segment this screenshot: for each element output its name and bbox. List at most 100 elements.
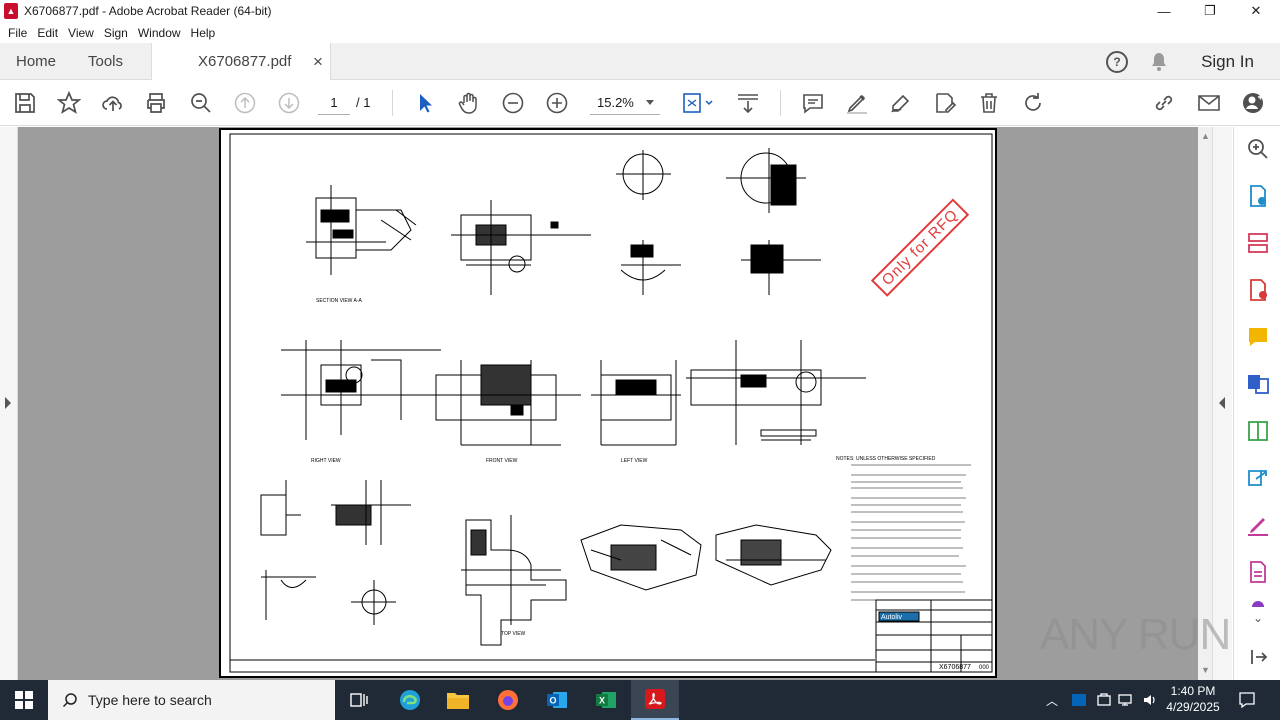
collapse-panel-icon[interactable] [1246,645,1270,669]
edit-pdf-tool-icon[interactable] [1246,560,1270,584]
title-block [875,599,993,673]
save-icon[interactable] [13,91,37,115]
notification-bell-icon[interactable] [1150,52,1168,75]
left-panel-toggle[interactable] [0,127,18,680]
rotate-icon[interactable] [1021,91,1045,115]
view-label-front: FRONT VIEW [486,458,518,464]
compress-pdf-icon[interactable] [1246,419,1270,443]
draw-freehand-icon[interactable] [889,91,913,115]
collapse-right-arrow-icon [1219,397,1225,409]
tab-tools[interactable]: Tools [88,43,123,80]
add-user-icon[interactable] [1241,91,1265,115]
help-icon[interactable]: ? [1106,51,1128,73]
highlight-pen-icon[interactable] [845,91,869,115]
firefox-icon[interactable] [484,680,532,720]
engineering-drawing: SECTION VIEW A-A RIGHT VIEW FRONT VIEW L… [229,133,993,673]
acrobat-app-icon: ▲ [4,3,18,19]
scroll-up-arrow-icon[interactable]: ▲ [1201,131,1210,141]
windows-start-button[interactable] [0,680,48,720]
security-tray-icon[interactable] [1096,680,1112,720]
comment-tool-icon[interactable] [1246,325,1270,349]
bookmark-star-icon[interactable] [56,90,82,115]
anyrun-watermark: ANY RUN [1040,610,1231,659]
menu-file[interactable]: File [8,26,27,40]
chevron-down-icon[interactable]: ⌄ [1246,611,1270,625]
toolbar: 1 / 1 15.2% [0,80,1280,126]
file-explorer-icon[interactable] [434,680,482,720]
delete-trash-icon[interactable] [977,91,1001,115]
svg-text:O: O [550,696,557,706]
hand-tool-icon[interactable] [457,91,481,115]
share-pdf-icon[interactable] [1246,466,1270,490]
excel-icon[interactable]: X [582,680,630,720]
scroll-down-arrow-icon[interactable]: ▼ [1201,665,1210,675]
minimize-button[interactable]: — [1141,0,1187,22]
taskbar-clock[interactable]: 1:40 PM 4/29/2025 [1158,683,1228,715]
close-window-button[interactable]: ✕ [1233,0,1279,22]
next-page-icon[interactable] [277,91,301,115]
view-label-section: SECTION VIEW A-A [316,298,363,304]
previous-page-icon[interactable] [233,91,257,115]
network-icon[interactable] [1118,680,1136,720]
outlook-icon[interactable]: O [533,680,581,720]
vertical-scrollbar[interactable]: ▲ ▼ [1198,127,1212,680]
menu-edit[interactable]: Edit [37,26,58,40]
outlook-tray-icon[interactable] [1071,680,1087,720]
comment-icon[interactable] [801,91,825,115]
left-view [591,360,681,446]
menu-sign[interactable]: Sign [104,26,128,40]
right-panel-toggle[interactable] [1212,127,1232,680]
show-hidden-icons[interactable]: ︿ [1046,680,1058,720]
windows-logo-icon [15,691,33,709]
page-number-input[interactable]: 1 [318,91,350,115]
zoom-in-icon[interactable] [545,91,569,115]
maximize-button[interactable]: ❐ [1187,0,1233,22]
combine-files-icon[interactable] [1246,372,1270,396]
more-tools-icon[interactable] [1246,595,1270,607]
fit-page-icon[interactable] [681,91,715,115]
fill-sign-icon[interactable] [1246,513,1270,537]
volume-icon[interactable] [1142,680,1158,720]
print-icon[interactable] [144,91,168,115]
toolbar-divider [392,90,393,116]
task-view-icon[interactable] [335,680,383,720]
menu-view[interactable]: View [68,26,94,40]
zoom-level-select[interactable]: 15.2% [590,91,660,115]
notification-center-icon[interactable] [1238,680,1256,720]
select-cursor-icon[interactable] [413,91,437,115]
notes-block [851,464,971,601]
organize-pages-icon[interactable] [1246,231,1270,255]
email-envelope-icon[interactable] [1197,91,1221,115]
export-pdf-icon[interactable] [1246,184,1270,208]
pdf-page: SECTION VIEW A-A RIGHT VIEW FRONT VIEW L… [219,128,997,678]
expand-left-arrow-icon [5,397,11,409]
create-pdf-icon[interactable] [1246,278,1270,302]
clock-time: 1:40 PM [1170,684,1216,698]
zoom-level-value: 15.2% [597,95,634,110]
menu-window[interactable]: Window [138,26,181,40]
search-icon [62,693,77,708]
edge-browser-icon[interactable] [386,680,434,720]
detail-view-1 [451,200,591,295]
edit-pdf-icon[interactable] [933,91,957,115]
tab-close-icon[interactable]: × [313,43,323,80]
menu-bar: File Edit View Sign Window Help [0,22,1280,43]
tab-home[interactable]: Home [16,43,56,80]
taskbar-search-placeholder: Type here to search [88,692,212,708]
zoom-search-icon[interactable] [189,91,213,115]
share-link-icon[interactable] [1152,91,1176,115]
isometric-view-1 [580,524,702,591]
zoom-out-icon[interactable] [501,91,525,115]
scroll-mode-icon[interactable] [736,91,760,115]
small-detail-views [260,480,411,625]
upload-cloud-icon[interactable] [101,91,125,115]
taskbar-search-box[interactable]: Type here to search [48,680,335,720]
acrobat-reader-taskbar-icon[interactable] [631,680,679,720]
menu-help[interactable]: Help [191,26,216,40]
title-bar: ▲ X6706877.pdf - Adobe Acrobat Reader (6… [0,0,1280,22]
tab-document-label: X6706877.pdf [198,53,292,70]
svg-text:X: X [599,696,605,706]
sign-in-button[interactable]: Sign In [1201,43,1254,80]
search-icon[interactable] [1246,137,1270,161]
tab-document[interactable]: X6706877.pdf × [151,43,331,81]
